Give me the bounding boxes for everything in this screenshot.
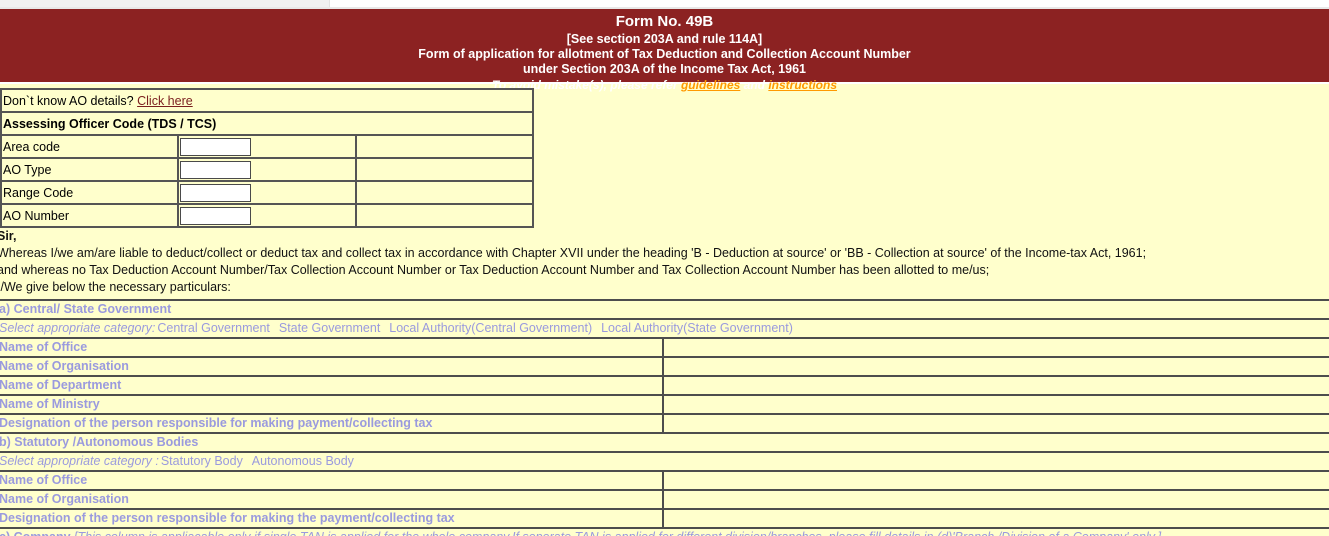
table-row: Name of Office (0, 470, 1329, 491)
section-b-field-name-of-office: Name of Office (0, 470, 663, 491)
table-row: Name of Ministry (0, 394, 1329, 415)
ao-number-field-cell (177, 203, 357, 228)
section-b-category-cell: Select appropriate category : Statutory B… (0, 451, 1329, 472)
section-a-option-central-government[interactable]: Central Government (155, 321, 270, 335)
form-description-line-1: Form of application for allotment of Tax… (418, 47, 911, 61)
form-title: Form No. 49B (615, 13, 714, 30)
section-a-option-state-government[interactable]: State Government (277, 321, 380, 335)
ao-number-label: AO Number (0, 203, 180, 228)
salutation: Sir, (0, 229, 17, 243)
declaration-paragraph-3: I/We give below the necessary particular… (0, 280, 231, 294)
ao-number-input[interactable] (180, 206, 252, 225)
range-code-field-cell (177, 180, 357, 205)
declaration-paragraph-1: Whereas I/we am/are liable to deduct/col… (0, 246, 1147, 260)
section-a-option-local-authority-state[interactable]: Local Authority(State Government) (599, 321, 793, 335)
instructions-link[interactable]: instructions (768, 78, 837, 92)
form-section-reference: [See section 203A and rule 114A] (566, 32, 763, 46)
declaration-text-block: Sir, Whereas I/we am/are liable to deduc… (0, 228, 1329, 296)
section-b-field-designation: Designation of the person responsible fo… (0, 508, 663, 529)
ao-type-label: AO Type (0, 157, 180, 182)
assessing-officer-table: Don`t know AO details? Click here Assess… (0, 88, 535, 228)
applicant-category-sections-table: a) Central/ State Government Select appr… (0, 299, 1329, 536)
table-row: Name of Office (0, 337, 1329, 358)
area-code-label: Area code (0, 134, 180, 159)
form-49b-page: Form No. 49B [See section 203A and rule … (0, 0, 1329, 536)
table-row: Area code (0, 134, 535, 159)
browser-chrome-strip (0, 0, 1329, 7)
section-a-field-designation: Designation of the person responsible fo… (0, 413, 663, 434)
section-b-option-statutory-body[interactable]: Statutory Body (159, 454, 243, 468)
section-a-field-name-of-office: Name of Office (0, 337, 663, 358)
section-b-input-designation[interactable] (662, 508, 1329, 529)
section-a-input-designation[interactable] (662, 413, 1329, 434)
browser-tab-shape (0, 0, 330, 7)
ao-type-field-cell (177, 157, 357, 182)
area-code-field-cell (177, 134, 357, 159)
section-b-heading-row: b) Statutory /Autonomous Bodies (0, 432, 1329, 453)
table-row: Name of Department (0, 375, 1329, 396)
table-row: AO Number (0, 203, 535, 228)
section-a-field-name-of-department: Name of Department (0, 375, 663, 396)
section-c-heading-cell: c) Company [This column is appliacable o… (0, 527, 1329, 536)
section-a-heading: a) Central/ State Government (0, 299, 1329, 320)
section-a-input-name-of-department[interactable] (662, 375, 1329, 396)
range-code-input[interactable] (180, 183, 252, 202)
range-code-label: Range Code (0, 180, 180, 205)
ao-section-title-row: Assessing Officer Code (TDS / TCS) (0, 111, 534, 136)
section-a-heading-row: a) Central/ State Government (0, 299, 1329, 320)
table-row: AO Type (0, 157, 535, 182)
table-row: Range Code (0, 180, 535, 205)
ao-section-title: Assessing Officer Code (TDS / TCS) (0, 111, 534, 136)
table-row: Name of Organisation (0, 356, 1329, 377)
section-a-option-local-authority-central[interactable]: Local Authority(Central Government) (387, 321, 592, 335)
section-a-field-name-of-ministry: Name of Ministry (0, 394, 663, 415)
section-a-field-name-of-organisation: Name of Organisation (0, 356, 663, 377)
ao-number-spacer (354, 203, 535, 228)
form-header-banner: Form No. 49B [See section 203A and rule … (0, 9, 1329, 92)
area-code-input[interactable] (180, 137, 252, 156)
section-a-input-name-of-office[interactable] (662, 337, 1329, 358)
section-b-field-name-of-organisation: Name of Organisation (0, 489, 663, 510)
ao-help-question: Don`t know AO details? (3, 93, 138, 108)
section-b-category-row: Select appropriate category : Statutory B… (0, 451, 1329, 472)
section-a-category-row: Select appropriate category: Central Gove… (0, 318, 1329, 339)
table-row: Name of Organisation (0, 489, 1329, 510)
section-a-category-cell: Select appropriate category: Central Gove… (0, 318, 1329, 339)
section-c-heading: c) Company (0, 530, 71, 536)
form-description-line-2: under Section 203A of the Income Tax Act… (523, 62, 806, 76)
ao-click-here-link[interactable]: Click here (137, 94, 193, 108)
ao-type-input[interactable] (180, 160, 252, 179)
range-code-spacer (354, 180, 535, 205)
table-row: Designation of the person responsible fo… (0, 508, 1329, 529)
ao-type-spacer (354, 157, 535, 182)
section-b-option-autonomous-body[interactable]: Autonomous Body (250, 454, 354, 468)
area-code-spacer (354, 134, 535, 159)
section-b-input-name-of-organisation[interactable] (662, 489, 1329, 510)
section-c-heading-note: [This column is appliacable only if sing… (74, 530, 1161, 536)
table-row: Designation of the person responsible fo… (0, 413, 1329, 434)
section-a-category-label: Select appropriate category: (0, 321, 156, 335)
advisory-conjunction: and (740, 78, 769, 92)
section-a-input-name-of-ministry[interactable] (662, 394, 1329, 415)
guidelines-link[interactable]: guidelines (681, 78, 740, 92)
section-b-input-name-of-office[interactable] (662, 470, 1329, 491)
section-b-category-label: Select appropriate category : (0, 454, 159, 468)
section-c-heading-row: c) Company [This column is appliacable o… (0, 527, 1329, 536)
ao-help-cell: Don`t know AO details? Click here (0, 88, 534, 113)
section-a-input-name-of-organisation[interactable] (662, 356, 1329, 377)
ao-help-row: Don`t know AO details? Click here (0, 88, 534, 113)
declaration-paragraph-2: and whereas no Tax Deduction Account Num… (0, 263, 990, 277)
section-b-heading: b) Statutory /Autonomous Bodies (0, 432, 1329, 453)
